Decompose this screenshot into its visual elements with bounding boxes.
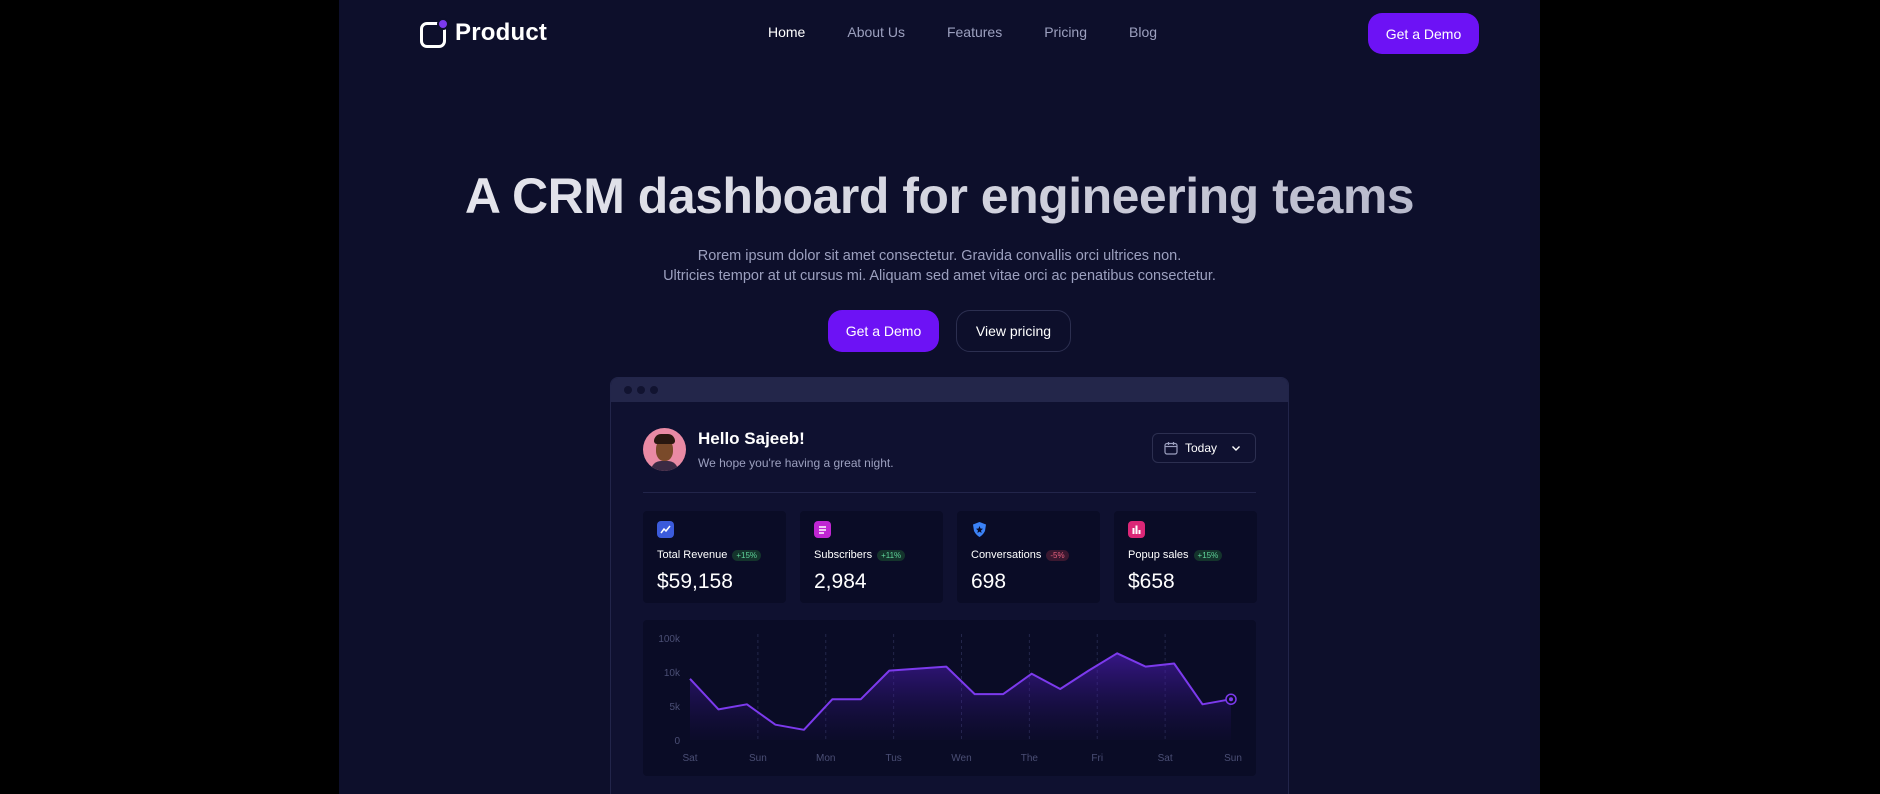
greeting: Hello Sajeeb! We hope you're having a gr… [643,428,894,471]
x-tick-label: Sun [1224,753,1242,764]
list-icon [814,521,831,538]
nav-link-about-us[interactable]: About Us [847,24,905,40]
stat-badge: -5% [1046,549,1069,561]
stat-value: $658 [1128,570,1175,593]
logo-icon [419,17,449,49]
x-tick-label: Fri [1091,753,1103,764]
x-tick-label: Mon [816,753,835,764]
hero-buttons: Get a Demo View pricing [828,310,1071,352]
y-tick-label: 100k [658,634,681,645]
hero-title: A CRM dashboard for engineering teams [339,167,1540,225]
calendar-icon [1164,442,1178,455]
window-dot-icon [650,386,658,394]
chart-svg: 100k10k5k0Sat Sun Mon Tus Wen The Fri Sat Sun [658,634,1242,764]
page: Product Home About Us Features Pricing B… [339,0,1540,794]
divider [643,492,1256,493]
hero-subtitle-line-2: Ultricies tempor at ut cursus mi. Aliqua… [663,268,1216,284]
main-nav: Home About Us Features Pricing Blog [768,24,1199,40]
y-tick-label: 5k [669,702,681,713]
greeting-subtitle: We hope you're having a great night. [698,456,894,470]
stat-badge: +15% [732,549,762,561]
hero-get-demo-button[interactable]: Get a Demo [828,310,939,352]
stat-card-conversations: Conversations -5% 698 [957,511,1100,603]
date-filter-dropdown[interactable]: Today [1152,433,1256,463]
stat-label: Total Revenue [657,549,728,561]
greeting-title: Hello Sajeeb! [698,429,805,448]
chart-up-icon [657,521,674,538]
chevron-down-icon [1232,446,1241,451]
shield-star-icon [971,521,988,538]
stat-value: 698 [971,570,1007,593]
y-tick-label: 10k [664,668,681,679]
window-dot-icon [637,386,645,394]
x-tick-label: Tus [885,753,901,764]
y-tick-label: 0 [674,736,680,747]
date-filter-label: Today [1185,441,1218,455]
stat-label: Subscribers [814,549,873,561]
nav-link-features[interactable]: Features [947,24,1002,40]
x-tick-label: Wen [951,753,971,764]
stat-label: Conversations [971,549,1042,561]
stat-label: Popup sales [1128,549,1189,561]
x-tick-label: Sun [749,753,767,764]
stat-badge: +15% [1193,549,1223,561]
nav-get-demo-button[interactable]: Get a Demo [1368,13,1479,54]
hero-subtitle: Rorem ipsum dolor sit amet consectetur. … [339,246,1540,286]
stat-card-popup-sales: Popup sales +15% $658 [1114,511,1257,603]
stat-card-subscribers: Subscribers +11% 2,984 [800,511,943,603]
nav-link-pricing[interactable]: Pricing [1044,24,1087,40]
x-tick-label: Sat [1158,753,1173,764]
avatar [643,428,686,471]
dashboard-window: Hello Sajeeb! We hope you're having a gr… [610,377,1289,794]
stat-value: $59,158 [657,570,733,593]
hero-subtitle-line-1: Rorem ipsum dolor sit amet consectetur. … [697,248,1182,264]
series-end-point-dot [1229,697,1233,702]
stats-row: Total Revenue +15% $59,158 Subscribers +11… [643,511,1257,603]
stat-card-revenue: Total Revenue +15% $59,158 [643,511,786,603]
x-tick-label: The [1021,753,1039,764]
logo[interactable]: Product [419,17,547,49]
nav-link-blog[interactable]: Blog [1129,24,1157,40]
bar-chart-icon [1128,521,1145,538]
nav-link-home[interactable]: Home [768,24,805,40]
logo-text: Product [455,19,548,46]
window-dot-icon [624,386,632,394]
window-titlebar [611,378,1288,402]
view-pricing-button[interactable]: View pricing [956,310,1071,352]
stat-badge: +11% [877,549,906,561]
activity-chart: 100k 10k 5k 0 Sat Sun Mon Tus Wen The Fri Sat Sun [643,620,1256,776]
x-tick-label: Sat [682,753,697,764]
stat-value: 2,984 [814,570,867,593]
